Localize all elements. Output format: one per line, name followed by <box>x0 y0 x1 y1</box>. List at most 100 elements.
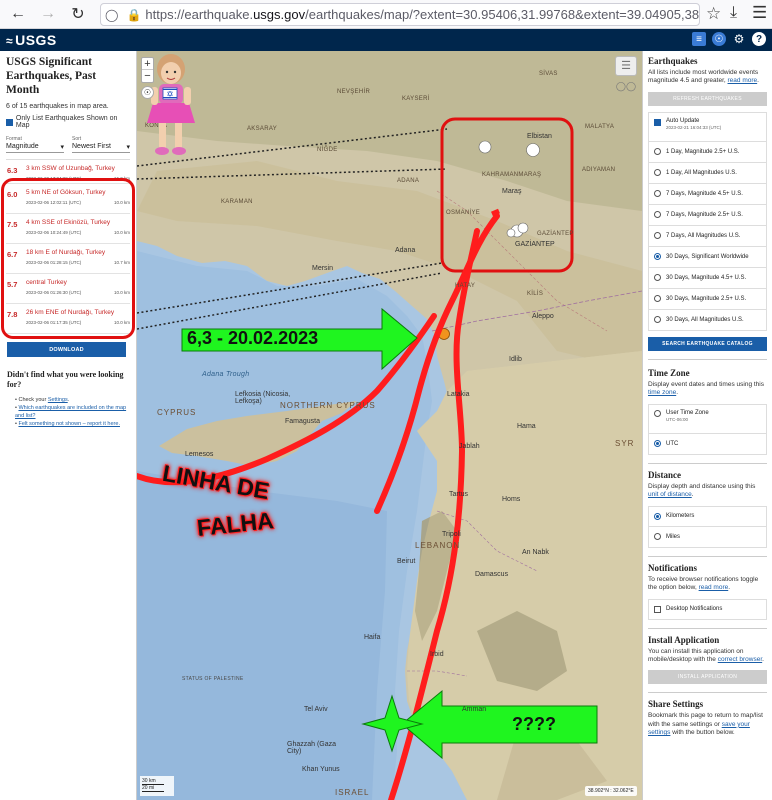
radio-icon[interactable] <box>654 295 661 303</box>
map-label-gaziantep: GAZİANTEP <box>537 231 574 237</box>
dist-mi-label: Miles <box>666 533 681 540</box>
map-label-nevsehir: NEVŞEHİR <box>337 89 371 95</box>
globe-icon[interactable]: ☉ <box>141 86 154 99</box>
map-label-amman: Amman <box>462 706 487 713</box>
tz-user-label: User Time Zone <box>666 409 709 416</box>
radio-selected-icon[interactable] <box>654 253 661 261</box>
distance-heading: Distance <box>648 469 681 480</box>
checkbox-checked-icon[interactable] <box>654 118 661 126</box>
desktop-notifications-option[interactable]: Desktop Notifications <box>648 598 767 620</box>
checkbox-checked-icon[interactable] <box>6 118 13 126</box>
unit-distance-link[interactable]: unit of distance <box>648 491 692 498</box>
share-description: Bookmark this page to return to map/list… <box>648 712 763 737</box>
settings-link[interactable]: Settings <box>48 397 68 403</box>
zoom-in-button[interactable]: + <box>142 58 153 70</box>
map-label-kilis: KİLİS <box>527 291 544 297</box>
radio-icon[interactable] <box>654 274 661 282</box>
format-select[interactable]: Magnitude ▾ <box>6 143 64 154</box>
refresh-earthquakes-button[interactable]: REFRESH EARTHQUAKES <box>648 91 767 106</box>
map-label-nabk: An Nabk <box>522 549 549 556</box>
forward-icon[interactable]: → <box>36 2 60 26</box>
map-label-mersin: Mersin <box>312 265 334 272</box>
feed-option[interactable]: 30 Days, Magnitude 4.5+ U.S. <box>648 267 767 289</box>
map[interactable]: NEVŞEHİR KAYSERİ SİVAS MALATYA KONYA NİĞ… <box>137 51 642 800</box>
map-label-tartus: Tartus <box>449 491 469 498</box>
feed-option[interactable]: 1 Day, All Magnitudes U.S. <box>648 162 767 184</box>
map-label-tel-aviv: Tel Aviv <box>304 706 328 713</box>
dist-km-option[interactable]: Kilometers <box>648 505 767 527</box>
map-label-osmaniye: OSMANİYE <box>446 210 481 216</box>
install-heading: Install Application <box>648 634 720 645</box>
usgs-logo[interactable]: ≈ USGS <box>6 32 57 48</box>
map-label-cyprus: CYPRUS <box>157 408 197 417</box>
map-tools-icon[interactable]: ◯◯ <box>615 81 637 93</box>
layers-icon[interactable]: ☰ <box>615 56 637 76</box>
radio-icon[interactable] <box>654 190 661 198</box>
download-button[interactable]: DOWNLOAD <box>7 342 126 357</box>
map-view-icon[interactable]: ☉ <box>712 32 726 46</box>
correct-browser-link[interactable]: correct browser <box>718 656 762 663</box>
feed-option[interactable]: 30 Days, All Magnitudes U.S. <box>648 309 767 331</box>
tz-utc-option[interactable]: UTC <box>648 433 767 455</box>
distance-description: Display depth and distance using this un… <box>648 482 756 499</box>
settings-panel: Earthquakes All lists include most world… <box>642 51 772 800</box>
format-label: Format <box>6 136 22 143</box>
map-label-syria: SYR <box>615 439 635 448</box>
reload-icon[interactable]: ↻ <box>66 2 90 26</box>
menu-icon[interactable]: ☰ <box>752 3 767 23</box>
map-label-nigde: NİĞDE <box>317 147 338 153</box>
feed-option[interactable]: 7 Days, Magnitude 4.5+ U.S. <box>648 183 767 205</box>
help-links: • Check your Settings. • Which earthquak… <box>15 397 133 430</box>
back-icon[interactable]: ← <box>6 2 30 26</box>
bookmark-star-icon[interactable]: ☆ <box>706 4 721 24</box>
radio-icon[interactable] <box>654 316 661 324</box>
feed-option[interactable]: 30 Days, Significant Worldwide <box>648 246 767 268</box>
checkbox-icon[interactable] <box>654 605 661 613</box>
feed-option[interactable]: 30 Days, Magnitude 2.5+ U.S. <box>648 288 767 310</box>
map-label-latakia: Latakia <box>447 391 470 398</box>
hint-included: • Which earthquakes are included on the … <box>15 405 127 419</box>
lock-icon[interactable]: 🔒 <box>126 8 141 22</box>
map-label-kayseri: KAYSERİ <box>402 96 430 102</box>
read-more-link[interactable]: read more <box>728 77 758 84</box>
map-label-adiyaman: ADIYAMAN <box>582 167 616 173</box>
radio-selected-icon[interactable] <box>654 440 661 448</box>
radio-icon[interactable] <box>654 169 661 177</box>
tz-user-option[interactable]: User Time Zone UTC-06:00 <box>648 403 767 434</box>
download-icon[interactable]: ⤓ <box>730 4 737 22</box>
radio-icon[interactable] <box>654 148 661 156</box>
feed-option[interactable]: 1 Day, Magnitude 2.5+ U.S. <box>648 141 767 163</box>
radio-icon[interactable] <box>654 409 661 417</box>
help-icon[interactable]: ? <box>752 32 766 46</box>
search-catalog-button[interactable]: SEARCH EARTHQUAKE CATALOG <box>648 336 767 351</box>
map-label-adana-city: Adana <box>395 247 416 254</box>
usgs-header: ≈ USGS ≡ ☉ ⚙ ? <box>0 29 772 51</box>
map-canvas <box>137 51 642 800</box>
auto-update-option[interactable]: Auto Update 2023-02-21 16:04:33 (UTC) <box>648 111 767 142</box>
shield-icon[interactable]: ◯ <box>105 8 118 22</box>
sort-select[interactable]: Newest First ▾ <box>72 143 130 154</box>
feed-option-label: 7 Days, Magnitude 4.5+ U.S. <box>666 190 743 197</box>
included-link[interactable]: Which earthquakes are included on the ma… <box>15 405 126 418</box>
feed-option[interactable]: 7 Days, Magnitude 2.5+ U.S. <box>648 204 767 226</box>
map-label-tripoli: Tripoli <box>442 531 461 538</box>
url-bar[interactable]: ◯ 🔒 https://earthquake. usgs.gov/earthqua… <box>100 3 700 26</box>
radio-icon[interactable] <box>654 211 661 219</box>
map-label-jablah: Jablah <box>459 443 480 450</box>
felt-report-link[interactable]: Felt something not shown – report it her… <box>18 421 120 427</box>
install-application-button[interactable]: INSTALL APPLICATION <box>648 670 767 685</box>
only-list-checkbox[interactable]: Only List Earthquakes Shown on Map <box>6 115 130 129</box>
notifications-heading: Notifications <box>648 562 697 573</box>
map-label-haifa: Haifa <box>364 634 381 641</box>
radio-icon[interactable] <box>654 533 661 541</box>
radio-selected-icon[interactable] <box>654 512 661 520</box>
eq-magnitude: 6.3 <box>7 166 18 176</box>
radio-icon[interactable] <box>654 232 661 240</box>
zoom-out-button[interactable]: − <box>142 70 153 82</box>
dist-mi-option[interactable]: Miles <box>648 526 767 548</box>
feed-option[interactable]: 7 Days, All Magnitudes U.S. <box>648 225 767 247</box>
notif-read-more-link[interactable]: read more <box>699 584 729 591</box>
settings-gear-icon[interactable]: ⚙ <box>732 32 746 46</box>
time-zone-link[interactable]: time zone <box>648 389 676 396</box>
list-view-icon[interactable]: ≡ <box>692 32 706 46</box>
